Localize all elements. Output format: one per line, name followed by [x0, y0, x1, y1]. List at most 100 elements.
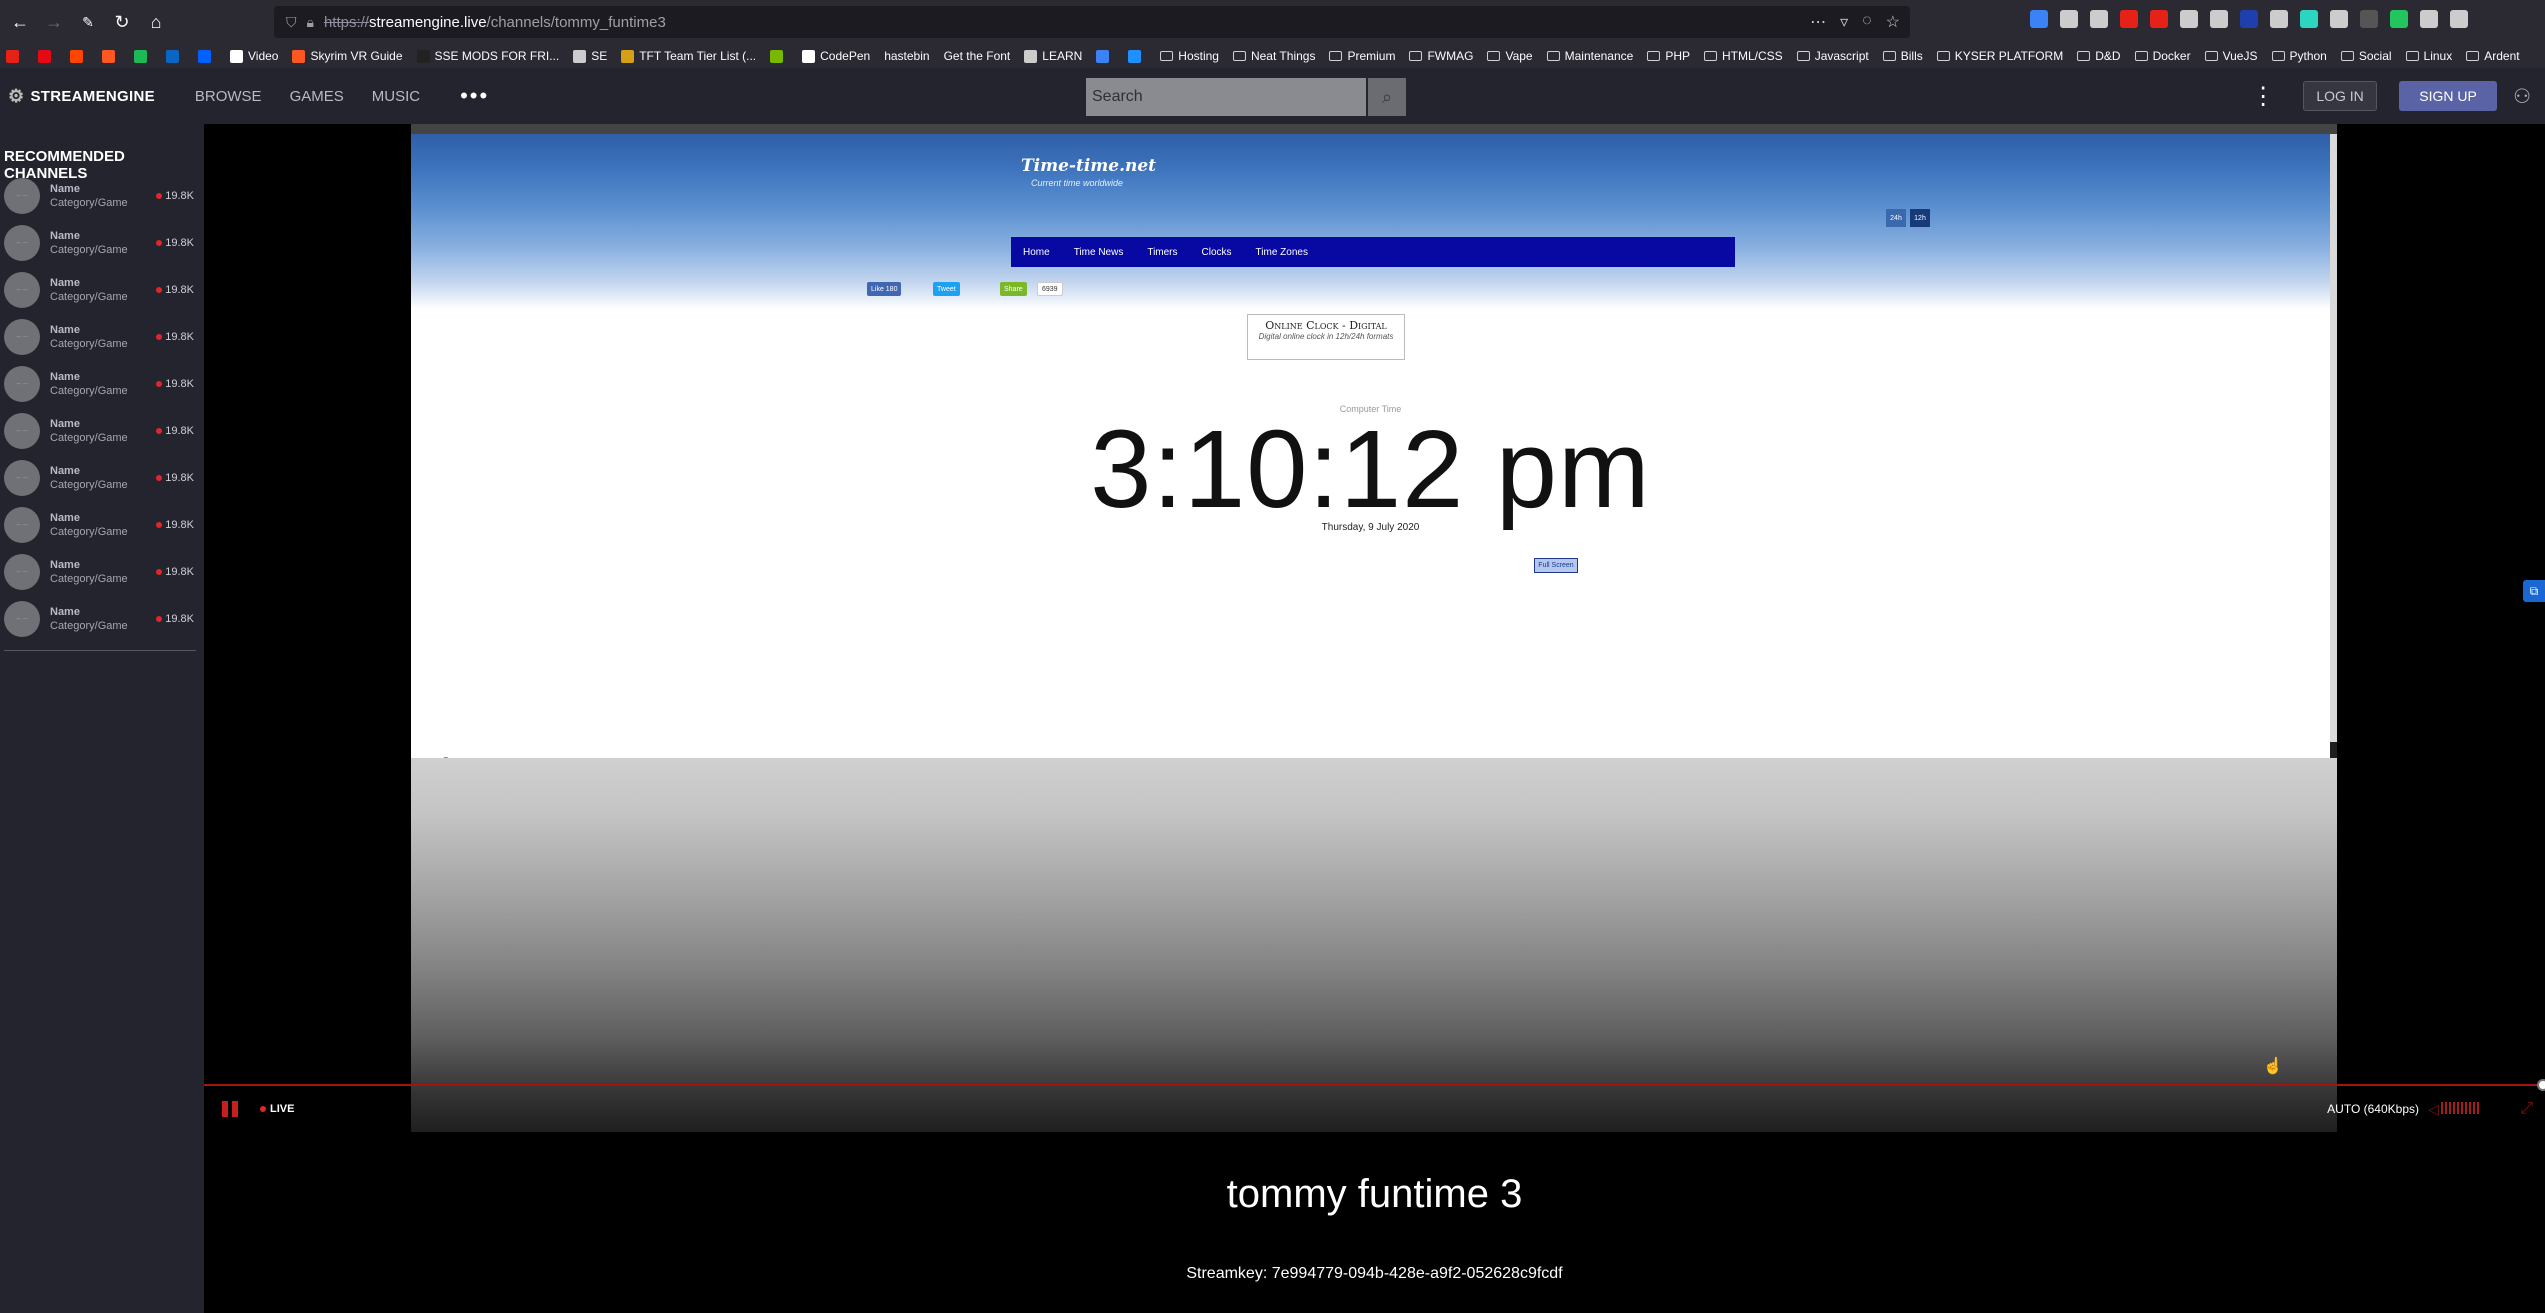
channel-item[interactable]: – – Name Category/Game 19.8K [0, 595, 204, 642]
bookmark-item[interactable]: Premium [1329, 49, 1395, 63]
more-actions-icon[interactable]: ⋯ [1810, 12, 1826, 32]
bookmark-item[interactable]: Maintenance [1546, 49, 1633, 63]
channel-item[interactable]: – – Name Category/Game 19.8K [0, 407, 204, 454]
favicon-icon [102, 49, 115, 63]
nav-link-browse[interactable]: BROWSE [195, 88, 262, 105]
extension-icon[interactable] [2450, 10, 2468, 28]
volume-slider[interactable] [2441, 1102, 2479, 1114]
more-horizontal-icon[interactable]: ••• [460, 83, 489, 109]
bookmark-item[interactable]: HTML/CSS [1704, 49, 1783, 63]
bookmark-item[interactable] [770, 49, 788, 63]
channel-item[interactable]: – – Name Category/Game 19.8K [0, 313, 204, 360]
url-host: streamengine.live [368, 13, 487, 31]
reload-icon[interactable]: ↻ [108, 8, 136, 36]
viewer-count: 19.8K [156, 378, 194, 390]
bookmark-item[interactable] [166, 49, 184, 63]
pause-icon[interactable] [222, 1101, 238, 1117]
extension-icon[interactable] [2150, 10, 2168, 28]
back-arrow-icon[interactable]: ← [6, 8, 34, 36]
captured-scrollbar [2330, 134, 2337, 742]
quality-selector[interactable]: AUTO (640Kbps) [2327, 1102, 2419, 1116]
bookmark-item[interactable] [1096, 49, 1114, 63]
pocket-icon[interactable]: ▿ [1840, 12, 1848, 32]
bookmark-star-icon[interactable]: ☆ [1886, 12, 1900, 32]
bookmark-item[interactable] [134, 49, 152, 63]
folder-icon [1487, 51, 1501, 61]
bookmark-item[interactable]: CodePen [802, 49, 870, 63]
bookmark-item[interactable] [6, 49, 24, 63]
volume-icon[interactable]: ◁ [2428, 1101, 2439, 1118]
extension-icon[interactable] [2180, 10, 2198, 28]
bookmark-item[interactable]: Docker [2134, 49, 2191, 63]
bookmark-item[interactable]: Python [2271, 49, 2327, 63]
channel-item[interactable]: – – Name Category/Game 19.8K [0, 172, 204, 219]
channel-item[interactable]: – – Name Category/Game 19.8K [0, 360, 204, 407]
bookmark-item[interactable]: Video [230, 49, 278, 63]
bookmark-item[interactable]: D&D [2077, 49, 2121, 63]
bookmark-item[interactable]: SSE MODS FOR FRI... [416, 49, 559, 63]
channel-item[interactable]: – – Name Category/Game 19.8K [0, 219, 204, 266]
bookmark-item[interactable]: Hosting [1160, 49, 1219, 63]
bookmark-item[interactable]: Javascript [1796, 49, 1869, 63]
bookmark-item[interactable]: Vape [1487, 49, 1533, 63]
bookmark-item[interactable]: Linux [2405, 49, 2452, 63]
bookmark-item[interactable] [198, 49, 216, 63]
bookmark-item[interactable]: LEARN [1024, 49, 1082, 63]
bookmark-item[interactable]: FWMAG [1409, 49, 1473, 63]
nav-link-music[interactable]: MUSIC [372, 88, 420, 105]
more-vertical-icon[interactable]: ⋮ [2251, 82, 2275, 111]
bookmark-item[interactable] [70, 49, 88, 63]
extension-icon[interactable] [2270, 10, 2288, 28]
extension-icon[interactable] [2090, 10, 2108, 28]
forward-arrow-icon[interactable]: → [40, 8, 68, 36]
site-logo[interactable]: ⚙ STREAMENGINE [8, 86, 155, 107]
extension-icon[interactable] [2390, 10, 2408, 28]
bookmark-item[interactable] [38, 49, 56, 63]
home-icon[interactable]: ⌂ [142, 8, 170, 36]
bulb-icon[interactable]: ◌ [1862, 12, 1872, 32]
picture-in-picture-icon[interactable]: ⧉ [2523, 580, 2545, 602]
lock-icon[interactable]: 🔒︎ [307, 14, 314, 31]
extension-icon[interactable] [2060, 10, 2078, 28]
extension-icon[interactable] [2210, 10, 2228, 28]
channel-item[interactable]: – – Name Category/Game 19.8K [0, 548, 204, 595]
wrench-icon[interactable]: ✎ [74, 8, 102, 36]
extension-icon[interactable] [2030, 10, 2048, 28]
video-player[interactable]: Time-time.net Current time worldwide 24h… [411, 124, 2337, 1132]
login-button[interactable]: LOG IN [2303, 81, 2378, 111]
channel-item[interactable]: – – Name Category/Game 19.8K [0, 266, 204, 313]
extension-icon[interactable] [2360, 10, 2378, 28]
shield-icon[interactable]: ⛉ [286, 14, 297, 31]
extension-icon[interactable] [2120, 10, 2138, 28]
bookmark-item[interactable]: Get the Font [944, 49, 1011, 63]
bookmark-item[interactable] [102, 49, 120, 63]
bookmark-item[interactable]: Bills [1882, 49, 1923, 63]
bookmark-item[interactable] [1128, 49, 1146, 63]
signup-button[interactable]: SIGN UP [2399, 81, 2498, 111]
viewer-count: 19.8K [156, 472, 194, 484]
bookmark-item[interactable]: KYSER PLATFORM [1936, 49, 2063, 63]
extension-icon[interactable] [2240, 10, 2258, 28]
extension-icon[interactable] [2420, 10, 2438, 28]
bookmark-item[interactable]: TFT Team Tier List (... [621, 49, 756, 63]
user-icon[interactable]: ⚇ [2513, 84, 2531, 109]
channel-text: Name Category/Game [50, 276, 128, 304]
bookmark-item[interactable]: Social [2340, 49, 2392, 63]
channel-item[interactable]: – – Name Category/Game 19.8K [0, 501, 204, 548]
extension-icon[interactable] [2330, 10, 2348, 28]
bookmark-item[interactable]: VueJS [2204, 49, 2258, 63]
channel-item[interactable]: – – Name Category/Game 19.8K [0, 454, 204, 501]
fullscreen-icon[interactable]: ⤢ [2520, 1100, 2533, 1118]
address-bar[interactable]: ⛉ 🔒︎ https:// streamengine.live /channel… [274, 6, 1910, 38]
bookmark-item[interactable]: PHP [1647, 49, 1690, 63]
bookmark-item[interactable]: Skyrim VR Guide [292, 49, 403, 63]
nav-link-games[interactable]: GAMES [290, 88, 344, 105]
bookmark-item[interactable]: SE [573, 49, 607, 63]
search-icon[interactable]: ⌕ [1366, 78, 1406, 116]
share-count: 6939 [1042, 285, 1058, 293]
bookmark-item[interactable]: Ardent [2466, 49, 2520, 63]
bookmark-item[interactable]: hastebin [884, 49, 929, 63]
bookmark-item[interactable]: Neat Things [1232, 49, 1315, 63]
search-input[interactable] [1086, 78, 1366, 116]
extension-icon[interactable] [2300, 10, 2318, 28]
